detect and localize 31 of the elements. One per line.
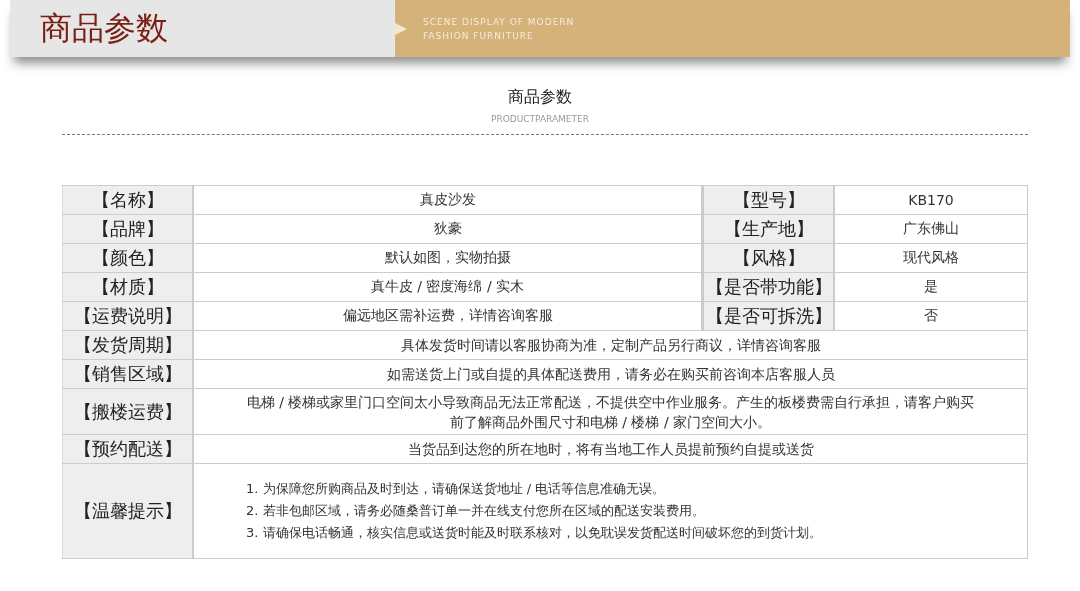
label-cell: 【温馨提示】 xyxy=(62,464,194,558)
label-cell: 【搬楼运费】 xyxy=(62,389,194,434)
banner-tagline: SCENE DISPLAY OF MODERN xyxy=(423,15,575,28)
label-cell: 【风格】 xyxy=(702,244,835,272)
label-cell: 【是否可拆洗】 xyxy=(702,302,835,330)
label-cell: 【品牌】 xyxy=(62,215,194,243)
section-subtitle: PRODUCTPARAMETER xyxy=(491,114,589,124)
value-cell: 具体发货时间请以客服协商为准，定制产品另行商议，详情咨询客服 xyxy=(194,331,1028,359)
label-cell: 【发货周期】 xyxy=(62,331,194,359)
label-cell: 【预约配送】 xyxy=(62,435,194,463)
value-cell: 广东佛山 xyxy=(835,215,1028,243)
banner-tagline: FASHION FURNITURE xyxy=(423,29,535,42)
label-cell: 【型号】 xyxy=(702,186,835,214)
triangle-icon xyxy=(395,22,407,35)
label-cell: 【是否带功能】 xyxy=(702,273,835,301)
value-cell: 1. 为保障您所购商品及时到达，请确保送货地址 / 电话等信息准确无误。 2. 若非包邮区域，请务必随桑普订单一并在线支付您所在区域的配送安装费用。 3. 请确保电话畅通，核实信息或送货时能及时联系核对，以免耽误发货配送时间破坏您的到货计划。 xyxy=(194,464,1028,558)
label-cell: 【销售区域】 xyxy=(62,360,194,388)
label-cell: 【材质】 xyxy=(62,273,194,301)
value-cell: KB170 xyxy=(835,186,1028,214)
section-title: 商品参数 xyxy=(508,87,572,108)
value-cell: 是 xyxy=(835,273,1028,301)
value-cell: 如需送货上门或自提的具体配送费用，请务必在购买前咨询本店客服人员 xyxy=(194,360,1028,388)
value-cell: 当货品到达您的所在地时，将有当地工作人员提前预约自提或送货 xyxy=(194,435,1028,463)
label-cell: 【生产地】 xyxy=(702,215,835,243)
label-cell: 【颜色】 xyxy=(62,244,194,272)
value-cell: 现代风格 xyxy=(835,244,1028,272)
value-cell: 电梯 / 楼梯或家里门口空间太小导致商品无法正常配送，不提供空中作业服务。产生的板楼费需自行承担，请客户购买前了解商品外围尺寸和电梯 / 楼梯 / 家门空间大小。 xyxy=(194,389,1028,434)
banner-title: 商品参数 xyxy=(40,7,168,49)
value-cell: 否 xyxy=(835,302,1028,330)
label-cell: 【运费说明】 xyxy=(62,302,194,330)
label-cell: 【名称】 xyxy=(62,186,194,214)
